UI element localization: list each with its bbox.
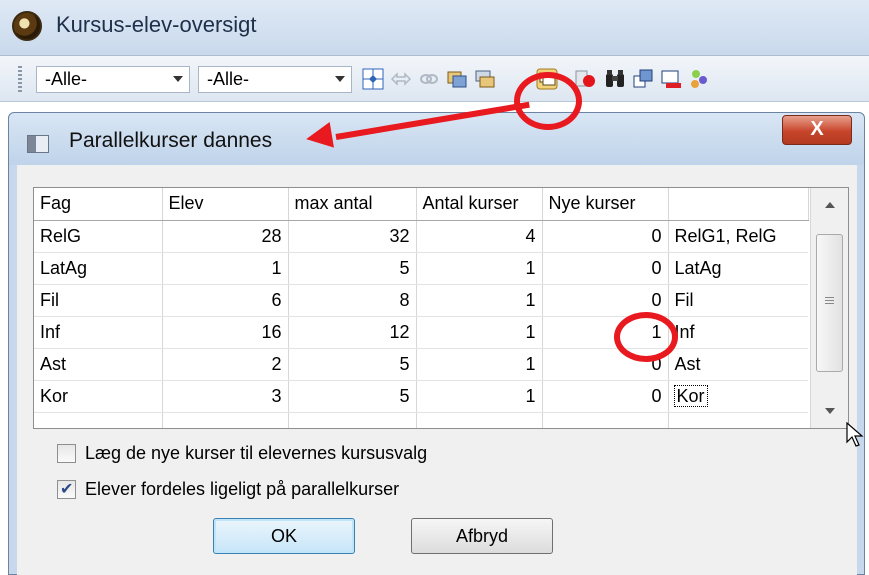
- toolbar: -Alle- -Alle-: [0, 56, 869, 102]
- grip-icon: [825, 297, 834, 305]
- app-title-bar: Kursus-elev-oversigt: [0, 0, 869, 56]
- scroll-up-icon[interactable]: [825, 202, 835, 208]
- cell-fag[interactable]: Inf: [34, 316, 163, 349]
- column-layout-icon[interactable]: [362, 68, 384, 90]
- cell-max-antal[interactable]: 32: [288, 220, 417, 253]
- cell-nye-kurser[interactable]: 0: [542, 252, 669, 285]
- table-row[interactable]: Inf 16 12 1 1 Inf: [34, 316, 808, 349]
- cell-antal-kurser[interactable]: 4: [416, 220, 543, 253]
- table-row[interactable]: Kor 3 5 1 0 Kor: [34, 380, 808, 413]
- filter1-value: -Alle-: [45, 69, 88, 89]
- vertical-scrollbar[interactable]: [810, 188, 848, 428]
- cell-course-names[interactable]: Ast: [668, 348, 808, 381]
- cell-max-antal[interactable]: 12: [288, 316, 417, 349]
- annotation-ring-cell: [614, 312, 678, 362]
- scroll-down-icon[interactable]: [825, 408, 835, 414]
- arrows-icon[interactable]: [390, 68, 412, 90]
- cell-antal-kurser[interactable]: 1: [416, 284, 543, 317]
- column-header[interactable]: Nye kurser: [542, 188, 669, 221]
- cell-course-names-focused[interactable]: Kor: [668, 380, 808, 413]
- cell-antal-kurser[interactable]: 1: [416, 252, 543, 285]
- courses-table: Fag Elev max antal Antal kurser Nye kurs…: [34, 188, 809, 428]
- column-header[interactable]: Elev: [162, 188, 289, 221]
- app-title: Kursus-elev-oversigt: [56, 12, 257, 37]
- cell-nye-kurser[interactable]: 0: [542, 220, 669, 253]
- table-row[interactable]: RelG 28 32 4 0 RelG1, RelG: [34, 220, 808, 253]
- chevron-down-icon: [173, 76, 183, 82]
- cell-fag[interactable]: Fil: [34, 284, 163, 317]
- cell-max-antal[interactable]: 5: [288, 252, 417, 285]
- cancel-button[interactable]: Afbryd: [411, 518, 553, 554]
- people-icon[interactable]: [688, 68, 710, 90]
- cell-course-names[interactable]: RelG1, RelG: [668, 220, 808, 253]
- dialog-body: Fag Elev max antal Antal kurser Nye kurs…: [17, 165, 857, 575]
- column-header[interactable]: max antal: [288, 188, 417, 221]
- filter1-combo[interactable]: -Alle-: [36, 66, 190, 93]
- cell-course-names[interactable]: Inf: [668, 316, 808, 349]
- table-row[interactable]: LatAg 1 5 1 0 LatAg: [34, 252, 808, 285]
- cell-fag[interactable]: Kor: [34, 380, 163, 413]
- windows-icon[interactable]: [632, 68, 654, 90]
- cell-fag[interactable]: LatAg: [34, 252, 163, 285]
- add-to-choices-checkbox[interactable]: [57, 444, 76, 463]
- cell-max-antal[interactable]: 5: [288, 348, 417, 381]
- close-button[interactable]: X: [782, 115, 852, 145]
- cell-fag[interactable]: RelG: [34, 220, 163, 253]
- binoculars-icon[interactable]: [604, 68, 626, 90]
- cell-nye-kurser[interactable]: 0: [542, 380, 669, 413]
- toolbar-grip[interactable]: [18, 66, 22, 92]
- column-header[interactable]: Antal kurser: [416, 188, 543, 221]
- dialog-title: Parallelkurser dannes: [69, 129, 273, 152]
- cell-elev[interactable]: 16: [162, 316, 289, 349]
- cell-antal-kurser[interactable]: 1: [416, 380, 543, 413]
- cell-elev[interactable]: 2: [162, 348, 289, 381]
- cell-elev[interactable]: 1: [162, 252, 289, 285]
- annotation-arrow-head: [304, 122, 334, 152]
- cell-max-antal[interactable]: 8: [288, 284, 417, 317]
- scroll-thumb[interactable]: [816, 234, 843, 372]
- cell-course-names[interactable]: LatAg: [668, 252, 808, 285]
- focused-cell-text: Kor: [673, 384, 708, 407]
- chain-icon[interactable]: [418, 68, 440, 90]
- mouse-cursor-icon: [846, 422, 864, 447]
- column-header[interactable]: [668, 188, 809, 221]
- table-header-row: Fag Elev max antal Antal kurser Nye kurs…: [34, 188, 809, 221]
- cell-max-antal[interactable]: 5: [288, 380, 417, 413]
- courses-grid[interactable]: Fag Elev max antal Antal kurser Nye kurs…: [33, 187, 849, 429]
- clock-app-icon: [12, 11, 42, 41]
- dialog-window-icon: [27, 135, 49, 153]
- column-header[interactable]: Fag: [34, 188, 163, 221]
- chevron-down-icon: [335, 76, 345, 82]
- annotation-ring-toolbar: [514, 72, 582, 130]
- cell-elev[interactable]: 28: [162, 220, 289, 253]
- parallel-courses-dialog: Parallelkurser dannes X Fag Elev max ant…: [8, 112, 865, 575]
- dialog-strip: [17, 165, 857, 175]
- cell-elev[interactable]: 6: [162, 284, 289, 317]
- copy-course-icon[interactable]: [446, 68, 468, 90]
- table-row[interactable]: Ast 2 5 1 0 Ast: [34, 348, 808, 381]
- distribute-evenly-label[interactable]: Elever fordeles ligeligt på parallelkurs…: [85, 479, 399, 500]
- table-row-empty[interactable]: [34, 412, 808, 428]
- add-to-choices-label[interactable]: Læg de nye kurser til elevernes kursusva…: [85, 443, 427, 464]
- distribute-evenly-checkbox[interactable]: [57, 479, 76, 499]
- remove-course-icon[interactable]: [660, 68, 682, 90]
- table-row[interactable]: Fil 6 8 1 0 Fil: [34, 284, 808, 317]
- cell-fag[interactable]: Ast: [34, 348, 163, 381]
- filter2-combo[interactable]: -Alle-: [198, 66, 352, 93]
- cell-antal-kurser[interactable]: 1: [416, 316, 543, 349]
- move-course-icon[interactable]: [474, 68, 496, 90]
- cell-antal-kurser[interactable]: 1: [416, 348, 543, 381]
- filter2-value: -Alle-: [207, 69, 250, 89]
- ok-button[interactable]: OK: [213, 518, 355, 554]
- cell-course-names[interactable]: Fil: [668, 284, 808, 317]
- cell-elev[interactable]: 3: [162, 380, 289, 413]
